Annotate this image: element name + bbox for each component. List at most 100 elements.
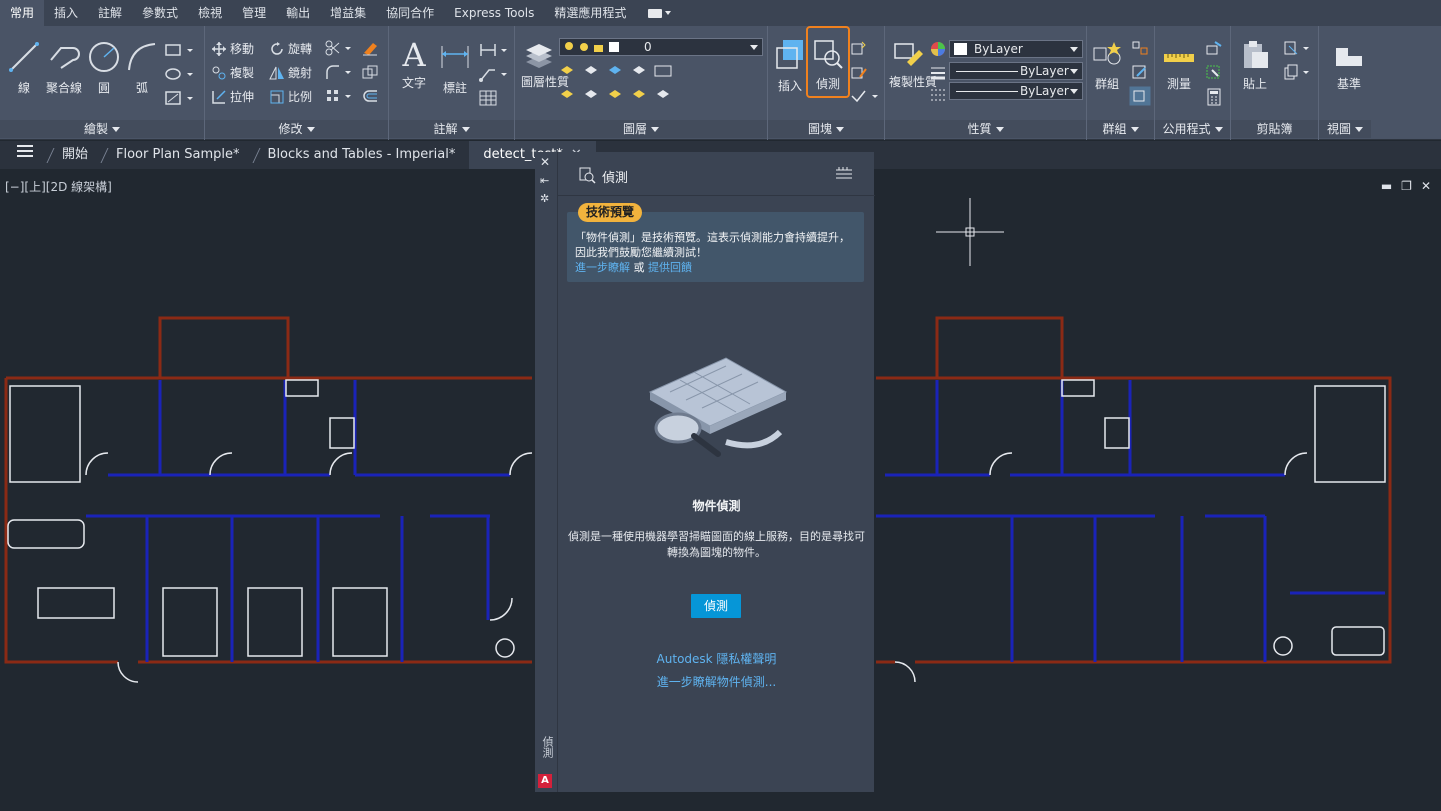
text-button[interactable]: A 文字 <box>395 38 433 91</box>
lineweight-icon[interactable] <box>929 86 947 104</box>
tab-manage[interactable]: 管理 <box>232 0 276 26</box>
palette-close-icon[interactable]: ✕ <box>540 155 550 169</box>
insert-block-icon <box>776 40 803 69</box>
palette-title-bar[interactable]: ✕ ⇤ ✲ 偵測 A <box>535 152 557 792</box>
tab-express-tools[interactable]: Express Tools <box>444 0 544 26</box>
dimension-icon <box>441 46 469 68</box>
rectangle-icon[interactable] <box>164 42 194 58</box>
layer-tools-row2[interactable] <box>559 86 679 104</box>
clipboard-panel-title[interactable]: 剪貼簿 <box>1231 120 1318 138</box>
scale-button[interactable]: 比例 <box>269 88 312 105</box>
tab-home[interactable]: 常用 <box>0 0 45 26</box>
dimension-button[interactable]: 標註 <box>437 40 473 96</box>
draw-panel-title[interactable]: 繪製 <box>0 120 204 138</box>
annotation-panel-title[interactable]: 註解 <box>389 120 514 138</box>
ribbon-options-button[interactable] <box>648 5 674 21</box>
layer-dropdown[interactable]: 0 <box>559 38 763 56</box>
color-wheel-icon[interactable] <box>929 40 947 58</box>
linetype-icon[interactable] <box>929 64 947 82</box>
tab-addins[interactable]: 增益集 <box>320 0 376 26</box>
utilities-panel-title[interactable]: 公用程式 <box>1155 120 1230 138</box>
file-tab-blocks-tables[interactable]: Blocks and Tables - Imperial* <box>254 141 470 169</box>
detect-ribbon-button[interactable]: 偵測 <box>806 26 850 98</box>
learn-more-detection-link[interactable]: 進一步瞭解物件偵測... <box>558 673 875 690</box>
base-view-button[interactable]: 基準 <box>1327 40 1371 92</box>
file-tab-start[interactable]: 開始 <box>48 141 102 169</box>
measure-button[interactable]: 測量 <box>1161 40 1197 92</box>
view-panel-title[interactable]: 視圖 <box>1319 120 1371 138</box>
arc-button[interactable]: 弧 <box>124 40 160 96</box>
line-button[interactable]: 線 <box>6 40 42 96</box>
group-select-icon[interactable] <box>1129 86 1151 106</box>
edit-block-icon[interactable] <box>850 64 868 80</box>
quick-select-icon[interactable] <box>1205 64 1223 80</box>
hatch-icon[interactable] <box>164 90 194 106</box>
fillet-icon <box>326 65 351 79</box>
match-properties-label: 複製性質 <box>889 75 938 89</box>
explode-button[interactable] <box>361 64 379 80</box>
block-panel-title[interactable]: 圖塊 <box>768 120 884 138</box>
fillet-button[interactable] <box>325 64 353 80</box>
rotate-icon <box>271 41 283 55</box>
tab-parametric[interactable]: 參數式 <box>132 0 188 26</box>
tab-output[interactable]: 輸出 <box>276 0 320 26</box>
properties-panel-title[interactable]: 性質 <box>885 120 1086 138</box>
tab-annotate[interactable]: 註解 <box>88 0 132 26</box>
palette-ruler-icon[interactable] <box>835 166 853 182</box>
copy-clip-icon[interactable] <box>1283 64 1313 80</box>
tab-collaborate[interactable]: 協同合作 <box>376 0 444 26</box>
color-dropdown[interactable]: ByLayer <box>949 40 1083 58</box>
array-button[interactable] <box>325 88 353 104</box>
blueprint-magnifier-illustration <box>648 357 788 457</box>
lineweight-dropdown[interactable]: ByLayer <box>949 82 1083 100</box>
leader-icon[interactable] <box>479 42 509 58</box>
group-button[interactable]: 群組 <box>1089 40 1125 92</box>
privacy-statement-link[interactable]: Autodesk 隱私權聲明 <box>558 650 875 667</box>
polyline-button[interactable]: 聚合線 <box>44 40 84 96</box>
tab-insert[interactable]: 插入 <box>44 0 88 26</box>
offset-button[interactable] <box>361 88 379 104</box>
insert-button[interactable]: 插入 <box>772 38 808 94</box>
match-properties-button[interactable]: 複製性質 <box>889 40 938 89</box>
linetype-dropdown[interactable]: ByLayer <box>949 62 1083 80</box>
ellipse-icon[interactable] <box>164 66 194 82</box>
learn-more-link[interactable]: 進一步瞭解 <box>575 261 630 274</box>
modify-panel-title[interactable]: 修改 <box>205 120 388 138</box>
groups-panel-title[interactable]: 群組 <box>1087 120 1154 138</box>
erase-button[interactable] <box>361 40 379 56</box>
layer-properties-button[interactable]: 圖層性質 <box>521 40 569 89</box>
calculator-icon[interactable] <box>1205 88 1223 106</box>
circle-button[interactable]: 圓 <box>86 40 122 96</box>
explode-icon <box>362 65 378 79</box>
rotate-button[interactable]: 旋轉 <box>269 40 312 57</box>
tab-view[interactable]: 檢視 <box>188 0 232 26</box>
trim-button[interactable] <box>325 40 353 56</box>
multileader-icon[interactable] <box>479 66 509 82</box>
layer-tools-row1[interactable] <box>559 62 679 80</box>
hamburger-menu-icon[interactable] <box>0 141 48 169</box>
measure-label: 測量 <box>1166 77 1191 91</box>
ruler-icon <box>1164 54 1194 62</box>
palette-settings-icon[interactable]: ✲ <box>540 192 549 205</box>
paste-button[interactable]: 貼上 <box>1237 40 1273 92</box>
move-icon <box>212 41 226 56</box>
mirror-button[interactable]: 鏡射 <box>269 64 312 81</box>
cut-icon[interactable] <box>1283 40 1313 56</box>
create-block-icon[interactable] <box>850 40 868 56</box>
stretch-button[interactable]: 拉伸 <box>211 88 254 105</box>
ungroup-icon[interactable] <box>1131 40 1149 56</box>
layers-panel-title[interactable]: 圖層 <box>515 120 767 138</box>
tab-featured-apps[interactable]: 精選應用程式 <box>544 0 636 26</box>
detect-button[interactable]: 偵測 <box>691 594 741 618</box>
copy-button[interactable]: 複製 <box>211 64 254 81</box>
edit-attributes-icon[interactable] <box>850 88 880 104</box>
panel-groups: 群組 群組 <box>1087 26 1155 140</box>
palette-autohide-icon[interactable]: ⇤ <box>540 174 549 187</box>
feedback-link[interactable]: 提供回饋 <box>648 261 692 274</box>
group-edit-icon[interactable] <box>1131 64 1149 80</box>
panel-view: 基準 視圖 <box>1319 26 1441 140</box>
move-button[interactable]: 移動 <box>211 40 254 57</box>
file-tab-floor-plan[interactable]: Floor Plan Sample* <box>102 141 254 169</box>
table-icon[interactable] <box>479 90 497 106</box>
id-point-icon[interactable] <box>1205 40 1223 56</box>
